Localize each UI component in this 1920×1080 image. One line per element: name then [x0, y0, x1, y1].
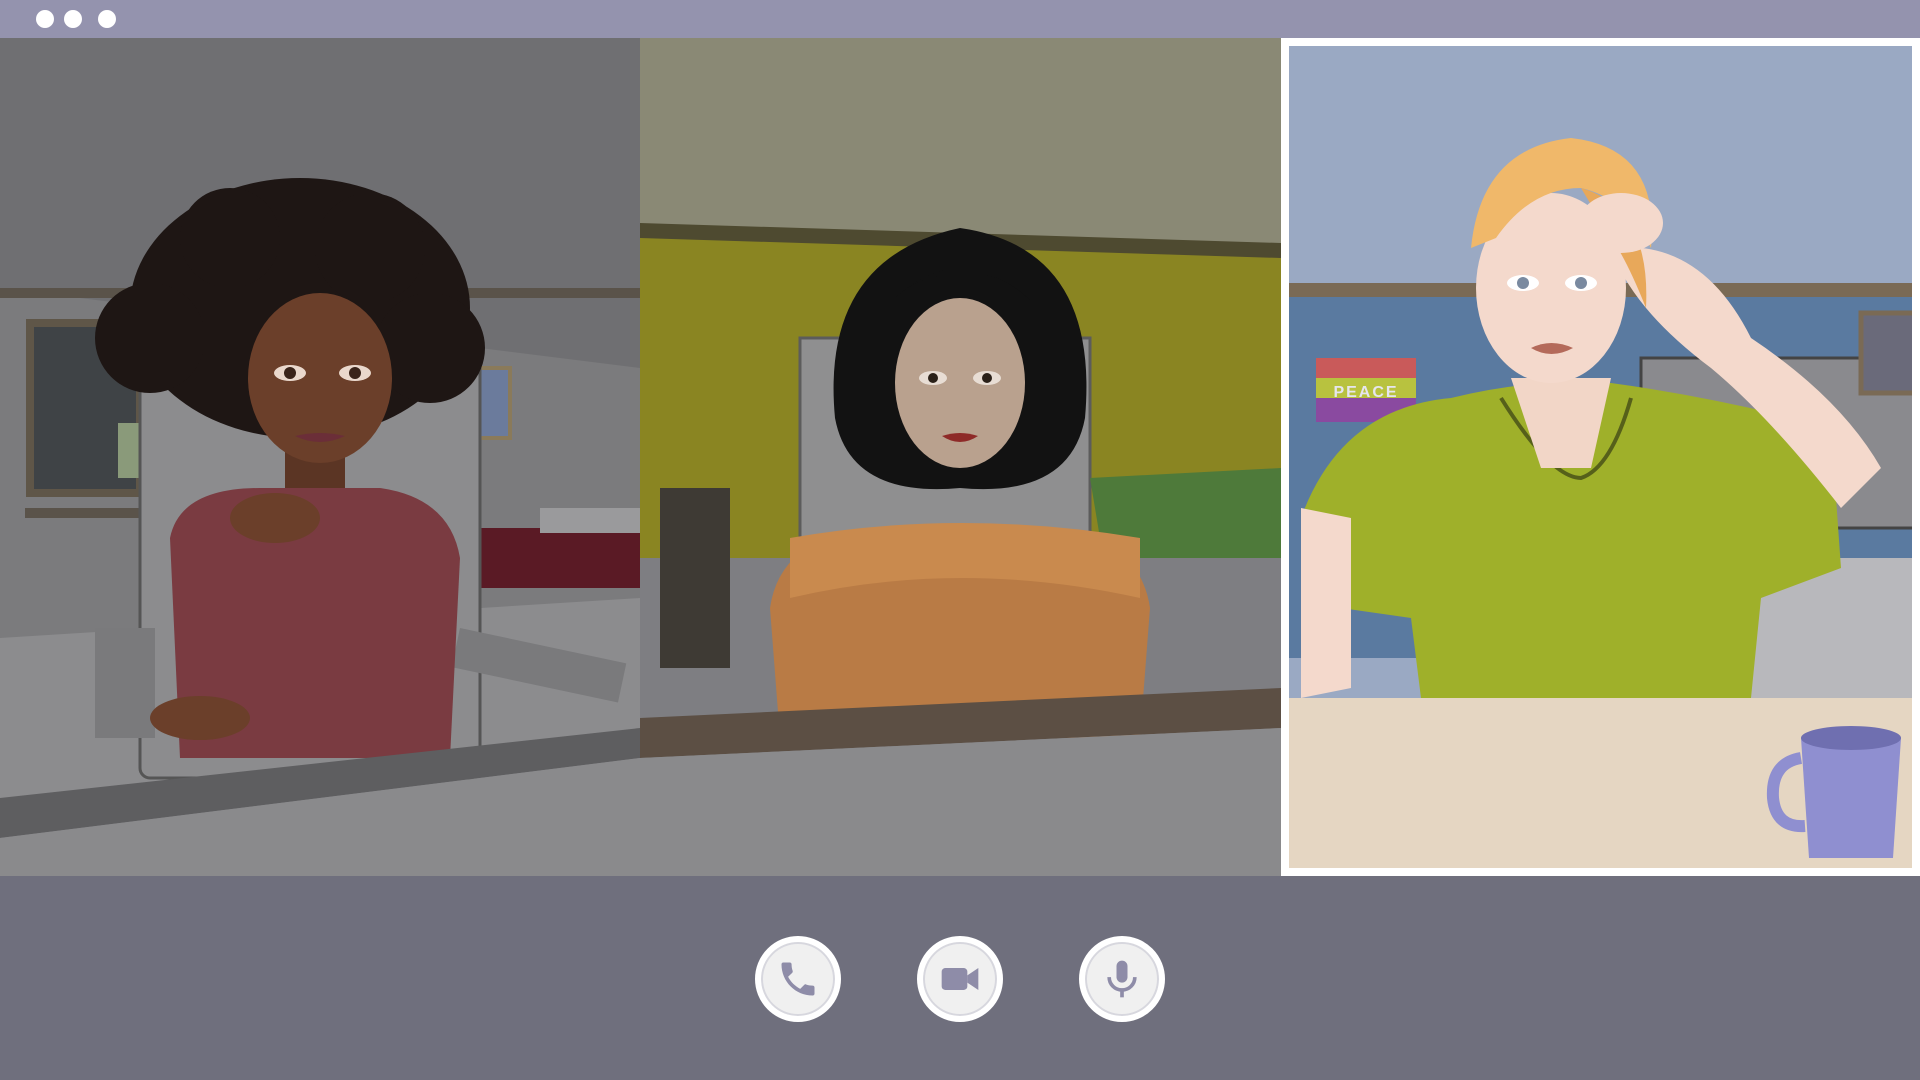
- window-dot-3[interactable]: [98, 10, 116, 28]
- window-dot-2[interactable]: [64, 10, 82, 28]
- peace-poster-text: PEACE: [1333, 384, 1398, 401]
- window-titlebar: [0, 0, 1920, 38]
- microphone-icon: [1107, 960, 1137, 998]
- window-dot-1[interactable]: [36, 10, 54, 28]
- phone-icon: [781, 962, 815, 996]
- participant-1-scene: [0, 38, 640, 876]
- phone-button[interactable]: [755, 936, 841, 1022]
- participant-3-scene: PEACE: [1281, 38, 1920, 876]
- participant-2-video[interactable]: [640, 38, 1281, 876]
- participant-2-scene: [640, 38, 1281, 876]
- participant-3-video[interactable]: PEACE: [1281, 38, 1920, 876]
- call-controls: [0, 876, 1920, 1080]
- microphone-button[interactable]: [1079, 936, 1165, 1022]
- video-grid: PEACE: [0, 38, 1920, 876]
- video-button[interactable]: [917, 936, 1003, 1022]
- video-camera-icon: [941, 968, 979, 990]
- participant-1-video[interactable]: [0, 38, 640, 876]
